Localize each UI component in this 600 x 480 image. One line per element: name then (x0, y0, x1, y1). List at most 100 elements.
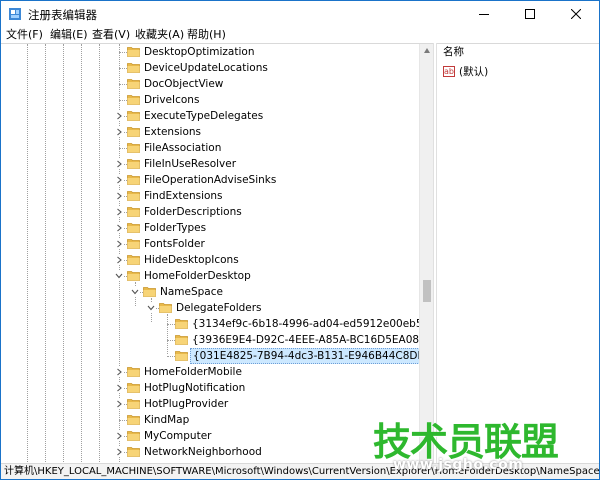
tree-node-label[interactable]: ExecuteTypeDelegates (142, 108, 265, 124)
tree-node-label[interactable]: MyComputer (142, 428, 213, 444)
column-header-name[interactable]: 名称 (437, 44, 599, 60)
tree-node-label[interactable]: KindMap (142, 412, 191, 428)
tree-node[interactable]: HotPlugNotification (1, 380, 419, 396)
tree-connector (167, 340, 175, 341)
collapsed-chevron-icon[interactable] (114, 383, 124, 393)
folder-icon (127, 175, 140, 185)
tree-node-label[interactable]: HotPlugNotification (142, 380, 247, 396)
tree-node[interactable]: DriveIcons (1, 92, 419, 108)
expanded-chevron-icon[interactable] (130, 287, 140, 297)
tree-node-label[interactable]: FileOperationAdviseSinks (142, 172, 278, 188)
tree-node-label[interactable]: DelegateFolders (174, 300, 264, 316)
tree-node[interactable]: FileInUseResolver (1, 156, 419, 172)
collapsed-chevron-icon[interactable] (114, 255, 124, 265)
tree-node[interactable]: DocObjectView (1, 76, 419, 92)
menu-view[interactable]: 查看(V) (91, 27, 131, 43)
collapsed-chevron-icon[interactable] (114, 191, 124, 201)
scrollbar-thumb[interactable] (423, 280, 431, 302)
tree-node[interactable]: HomeFolderDesktop (1, 268, 419, 284)
tree-node[interactable]: HotPlugProvider (1, 396, 419, 412)
tree-node[interactable]: {3134ef9c-6b18-4996-ad04-ed5912e00eb5} (1, 316, 429, 332)
tree-node[interactable]: ExecuteTypeDelegates (1, 108, 419, 124)
menu-favorites[interactable]: 收藏夹(A) (134, 27, 185, 43)
tree-node[interactable]: Extensions (1, 124, 419, 140)
minimize-button[interactable] (461, 1, 507, 27)
tree-node[interactable]: FileOperationAdviseSinks (1, 172, 419, 188)
tree-node[interactable]: FolderTypes (1, 220, 419, 236)
folder-icon (127, 143, 140, 153)
tree-node[interactable]: DelegateFolders (1, 300, 419, 316)
menu-file[interactable]: 文件(F) (5, 27, 44, 43)
tree-node-label[interactable]: DesktopOptimization (142, 44, 256, 60)
tree-node-label[interactable]: {3134ef9c-6b18-4996-ad04-ed5912e00eb5} (190, 316, 431, 332)
value-row[interactable]: ab (默认) (443, 64, 599, 80)
folder-icon (175, 319, 188, 329)
collapsed-chevron-icon[interactable] (114, 399, 124, 409)
tree-node-label[interactable]: FindExtensions (142, 188, 225, 204)
maximize-button[interactable] (507, 1, 553, 27)
tree-node-label[interactable]: NetworkNeighborhood (142, 444, 264, 460)
collapsed-chevron-icon[interactable] (114, 431, 124, 441)
tree-node[interactable]: KindMap (1, 412, 419, 428)
tree-node[interactable]: NameSpace (1, 284, 419, 300)
collapsed-chevron-icon[interactable] (114, 239, 124, 249)
tree-connector (119, 148, 127, 149)
collapsed-chevron-icon[interactable] (114, 159, 124, 169)
tree-vertical-scrollbar[interactable] (419, 44, 433, 463)
scroll-up-arrow-icon[interactable] (423, 47, 431, 55)
tree-node-label[interactable]: DriveIcons (142, 92, 201, 108)
folder-icon (127, 383, 140, 393)
tree-node[interactable]: FolderDescriptions (1, 204, 419, 220)
collapsed-chevron-icon[interactable] (114, 223, 124, 233)
tree-node-label[interactable]: FontsFolder (142, 236, 207, 252)
folder-icon (127, 415, 140, 425)
tree-node-label[interactable]: FileInUseResolver (142, 156, 238, 172)
tree-node-label[interactable]: Extensions (142, 124, 203, 140)
tree-node[interactable]: {031E4825-7B94-4dc3-B131-E946B44C8DD5} (1, 348, 433, 364)
tree-node[interactable]: NetworkNeighborhood (1, 444, 419, 460)
tree-node-label[interactable]: HomeFolderMobile (142, 364, 244, 380)
collapsed-chevron-icon[interactable] (114, 111, 124, 121)
tree-node-label[interactable]: HotPlugProvider (142, 396, 230, 412)
collapsed-chevron-icon[interactable] (114, 175, 124, 185)
tree-node-label[interactable]: HideDesktopIcons (142, 252, 241, 268)
collapsed-chevron-icon[interactable] (114, 367, 124, 377)
tree-node[interactable]: HideDesktopIcons (1, 252, 419, 268)
tree-node-label[interactable]: {031E4825-7B94-4dc3-B131-E946B44C8DD5} (190, 348, 433, 364)
tree-node-label[interactable]: FolderDescriptions (142, 204, 244, 220)
tree-node-label[interactable]: {3936E9E4-D92C-4EEE-A85A-BC16D5EA0819} (190, 332, 433, 348)
tree-node[interactable]: {3936E9E4-D92C-4EEE-A85A-BC16D5EA0819} (1, 332, 433, 348)
tree-connector (167, 324, 175, 325)
tree-node-label[interactable]: NameSpace (158, 284, 225, 300)
menu-help[interactable]: 帮助(H) (186, 27, 227, 43)
expanded-chevron-icon[interactable] (146, 303, 156, 313)
expanded-chevron-icon[interactable] (114, 271, 124, 281)
tree-node[interactable]: DesktopOptimization (1, 44, 419, 60)
value-list[interactable]: 名称 ab (默认) (437, 43, 599, 463)
tree-node[interactable]: DeviceUpdateLocations (1, 60, 419, 76)
tree-connector (119, 68, 127, 69)
folder-icon (127, 95, 140, 105)
tree-node[interactable]: HomeFolderMobile (1, 364, 419, 380)
title-bar[interactable]: 注册表编辑器 (1, 1, 599, 27)
tree-node[interactable]: FindExtensions (1, 188, 419, 204)
menu-edit[interactable]: 编辑(E) (49, 27, 89, 43)
folder-icon (127, 431, 140, 441)
tree-node-label[interactable]: DeviceUpdateLocations (142, 60, 270, 76)
folder-icon (127, 447, 140, 457)
close-button[interactable] (553, 1, 599, 27)
tree-node-label[interactable]: FolderTypes (142, 220, 208, 236)
tree-node-label[interactable]: FileAssociation (142, 140, 223, 156)
tree-node-label[interactable]: HomeFolderDesktop (142, 268, 253, 284)
tree-node-label[interactable]: DocObjectView (142, 76, 225, 92)
tree-node[interactable]: FontsFolder (1, 236, 419, 252)
folder-icon (127, 111, 140, 121)
collapsed-chevron-icon[interactable] (114, 447, 124, 457)
registry-tree[interactable]: DesktopOptimization DeviceUpdateLocations… (1, 43, 433, 463)
tree-node[interactable]: FileAssociation (1, 140, 419, 156)
collapsed-chevron-icon[interactable] (114, 127, 124, 137)
folder-icon (127, 159, 140, 169)
collapsed-chevron-icon[interactable] (114, 207, 124, 217)
tree-node[interactable]: MyComputer (1, 428, 419, 444)
regedit-app-icon (9, 8, 21, 20)
